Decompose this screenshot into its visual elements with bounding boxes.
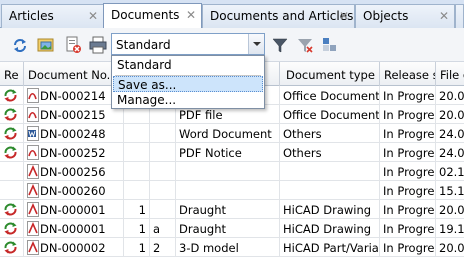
chevron-down-icon[interactable] [248, 34, 264, 54]
column-header-document-no[interactable]: Document No. [24, 62, 124, 86]
pdf-file-icon [27, 107, 39, 122]
tab-documents-and-articles[interactable]: Documents and Articles ✕ [202, 4, 355, 28]
status-cell [0, 200, 24, 219]
tab-articles[interactable]: Articles ✕ [1, 4, 104, 28]
column-settings-icon[interactable] [321, 36, 339, 54]
table-row[interactable]: DN-000002 1 2 3-D model HiCAD Part/Varia… [0, 238, 464, 257]
tab-label: Documents and Articles [210, 9, 354, 23]
table-row[interactable]: DN-000001 1 Draught HiCAD Drawing In Pro… [0, 200, 464, 219]
table-row[interactable]: DN-000248 Word Document Others In Progre… [0, 124, 464, 143]
close-icon[interactable]: ✕ [186, 8, 196, 22]
dropdown-item-manage[interactable]: Manage... [113, 92, 263, 108]
hicad-file-icon [27, 221, 39, 236]
hicad-file-icon [27, 202, 39, 217]
hicad-file-icon [27, 164, 39, 179]
word-file-icon [27, 126, 39, 141]
close-icon[interactable]: ✕ [339, 9, 349, 23]
status-cell [0, 124, 24, 143]
image-folder-icon[interactable] [37, 36, 55, 54]
release-status-icon [4, 108, 17, 121]
close-icon[interactable]: ✕ [88, 9, 98, 23]
status-cell [0, 238, 24, 257]
table-row[interactable]: DN-000252 PDF Notice Others In Progres 2… [0, 143, 464, 162]
hicad-file-icon [27, 240, 39, 255]
release-status-icon [4, 203, 17, 216]
tab-label: Objects [363, 9, 409, 23]
status-cell [0, 105, 24, 124]
close-icon[interactable]: ✕ [439, 9, 449, 23]
dropdown-item-save-as[interactable]: Save as... [113, 76, 263, 92]
tab-bar: Articles ✕ Documents ✕ Documents and Art… [0, 0, 464, 28]
tab-objects[interactable]: Objects ✕ [355, 4, 455, 28]
filter-profile-value: Standard [116, 38, 171, 52]
status-cell [0, 86, 24, 105]
release-status-icon [4, 127, 17, 140]
filter-icon[interactable] [271, 36, 289, 54]
document-no-cell: DN-000248 [24, 124, 124, 143]
delete-document-icon[interactable] [64, 36, 82, 54]
release-status-icon [4, 146, 17, 159]
print-icon[interactable] [89, 36, 107, 54]
table-row[interactable]: DN-000256 In Progres 02.10 [0, 162, 464, 181]
release-status-icon [4, 222, 17, 235]
refresh-icon[interactable] [11, 36, 29, 54]
status-cell [0, 219, 24, 238]
tab-label: Articles [9, 9, 54, 23]
document-no-cell: DN-000001 [24, 219, 124, 238]
document-no-cell: DN-000256 [24, 162, 124, 181]
status-cell [0, 162, 24, 181]
status-cell [0, 181, 24, 200]
hicad-file-icon [27, 183, 39, 198]
status-cell [0, 143, 24, 162]
document-no-cell: DN-000260 [24, 181, 124, 200]
tab-label: Documents [111, 8, 180, 22]
column-header-release-status[interactable]: Release s [380, 62, 436, 86]
filter-profile-dropdown: Standard Save as... Manage... [111, 55, 265, 109]
tab-documents[interactable]: Documents ✕ [103, 3, 202, 28]
column-header-file[interactable]: File c [436, 62, 464, 86]
dropdown-item-standard[interactable]: Standard [113, 57, 263, 73]
document-no-cell: DN-000252 [24, 143, 124, 162]
document-no-cell: DN-000214 [24, 86, 124, 105]
pdf-file-icon [27, 145, 39, 160]
table-row[interactable]: DN-000001 1 a Draught HiCAD Drawing In P… [0, 219, 464, 238]
pdf-file-icon [27, 88, 39, 103]
tab-overflow[interactable] [455, 4, 464, 28]
document-no-cell: DN-000002 [24, 238, 124, 257]
document-no-cell: DN-000001 [24, 200, 124, 219]
column-header-document-type[interactable]: Document type [280, 62, 380, 86]
release-status-icon [4, 241, 17, 254]
column-header-release[interactable]: Re [0, 62, 24, 86]
table-row[interactable]: DN-000260 In Progres 15.12 [0, 181, 464, 200]
release-status-icon [4, 89, 17, 102]
clear-filter-icon[interactable] [296, 36, 314, 54]
filter-profile-select[interactable]: Standard [111, 33, 265, 55]
document-no-cell: DN-000215 [24, 105, 124, 124]
